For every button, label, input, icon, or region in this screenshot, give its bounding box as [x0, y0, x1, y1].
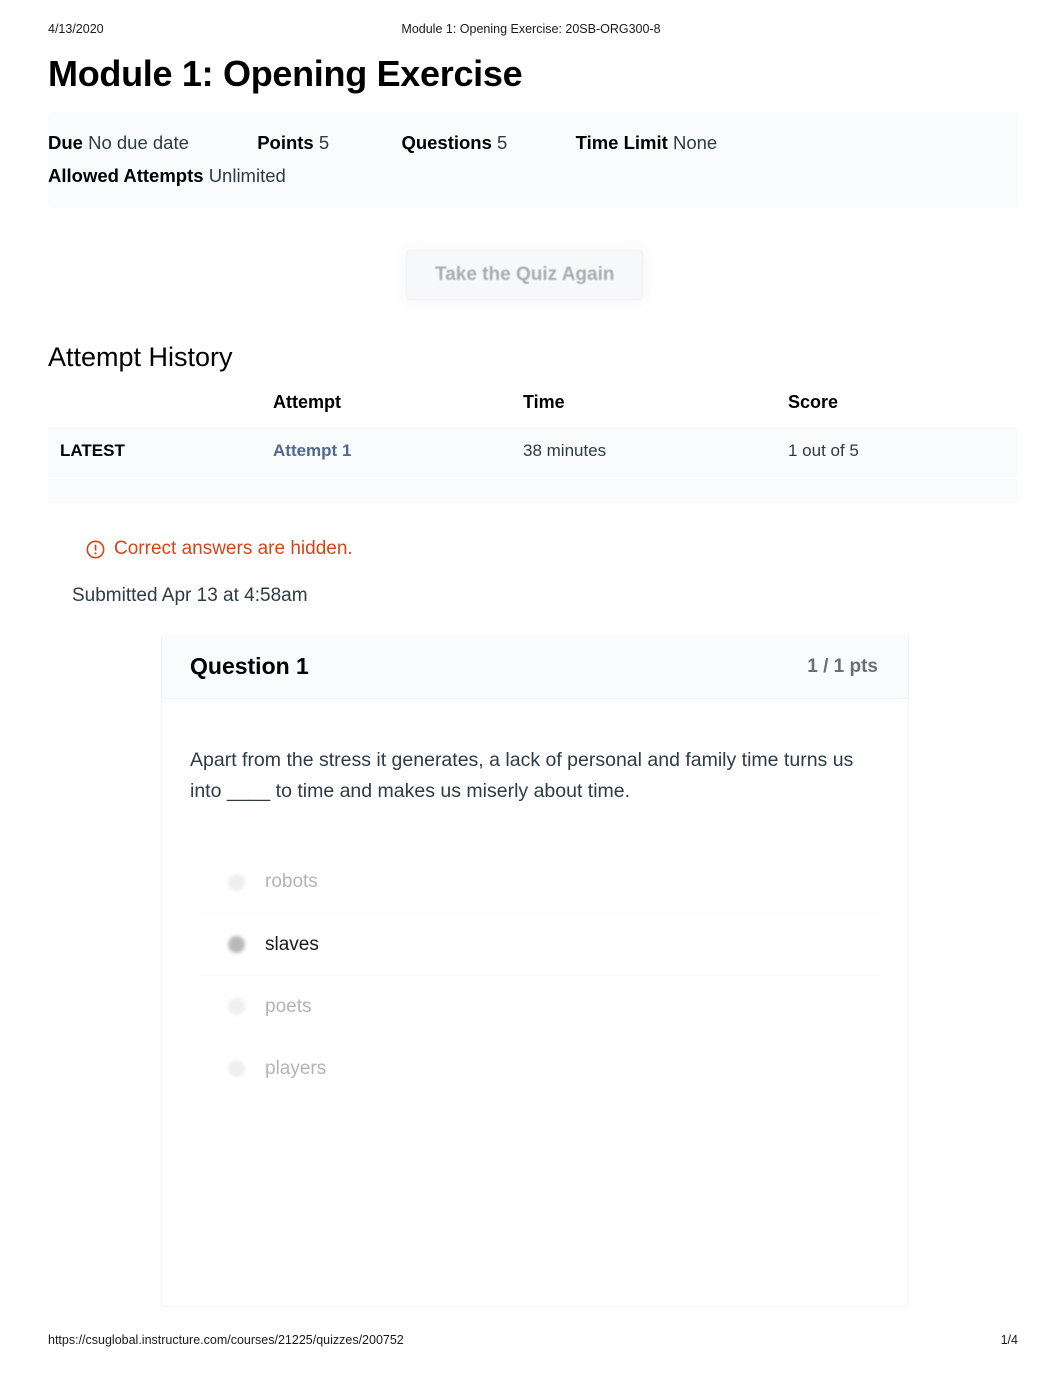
- time-limit-label: Time Limit: [575, 132, 668, 153]
- cell-time: 38 minutes: [523, 441, 607, 460]
- radio-button-icon[interactable]: [228, 873, 245, 891]
- print-page-title: Module 1: Opening Exercise: 20SB-ORG300-…: [401, 22, 661, 36]
- page-title: Module 1: Opening Exercise: [48, 53, 523, 94]
- column-header-blank: [48, 392, 273, 427]
- table-row: LATEST Attempt 1 38 minutes 1 out of 5: [48, 427, 1018, 477]
- radio-button-selected-icon[interactable]: [228, 936, 245, 953]
- attempt-history-table: Attempt Time Score LATEST Attempt 1 38 m…: [48, 392, 1018, 477]
- radio-button-icon[interactable]: [228, 1060, 245, 1077]
- answer-option-slaves[interactable]: slaves: [200, 913, 880, 975]
- main-content: Module 1: Opening Exercise Due No due da…: [48, 52, 1018, 1307]
- allowed-attempts-value: Unlimited: [208, 165, 286, 186]
- quiz-meta: Due No due date Points 5 Questions 5 Tim…: [48, 126, 1018, 192]
- due-label: Due: [48, 132, 83, 153]
- cell-latest-badge: LATEST: [60, 441, 125, 460]
- column-header-time: Time: [523, 392, 565, 412]
- answer-label: players: [265, 1057, 327, 1079]
- quiz-meta-row-1: Due No due date Points 5 Questions 5 Tim…: [48, 126, 1018, 159]
- questions-label: Questions: [401, 132, 492, 153]
- attempt-1-link[interactable]: Attempt 1: [273, 441, 351, 460]
- allowed-attempts-label: Allowed Attempts: [48, 165, 204, 186]
- question-title: Question 1: [190, 653, 309, 679]
- answer-option-poets[interactable]: poets: [200, 975, 880, 1037]
- quiz-meta-row-2: Allowed Attempts Unlimited: [48, 159, 1018, 192]
- submitted-timestamp: Submitted Apr 13 at 4:58am: [72, 585, 308, 606]
- questions-value: 5: [497, 132, 508, 153]
- footer-page-number: 1/4: [1000, 1333, 1018, 1347]
- answer-label: slaves: [265, 933, 319, 955]
- attempt-history-bottom-band: [48, 479, 1018, 503]
- answer-label: robots: [265, 871, 318, 892]
- attempt-history-heading: Attempt History: [48, 342, 233, 372]
- question-points: 1 / 1 pts: [807, 655, 878, 677]
- take-quiz-again-wrap: Take the Quiz Again: [48, 250, 1018, 322]
- cell-score: 1 out of 5: [788, 441, 859, 460]
- radio-button-icon[interactable]: [228, 998, 245, 1015]
- question-header: Question 1 1 / 1 pts: [162, 635, 908, 699]
- print-footer: https://csuglobal.instructure.com/course…: [0, 1333, 1062, 1353]
- answer-option-players[interactable]: players: [200, 1037, 880, 1099]
- column-header-score: Score: [788, 392, 839, 412]
- question-body: Apart from the stress it generates, a la…: [162, 699, 908, 1099]
- answer-label: poets: [265, 995, 312, 1017]
- time-limit-value: None: [672, 132, 718, 153]
- print-header: 4/13/2020 Module 1: Opening Exercise: 20…: [0, 22, 1062, 42]
- cell-attempt: Attempt 1: [273, 427, 523, 477]
- notice-text: Correct answers are hidden.: [114, 538, 353, 559]
- take-quiz-again-button[interactable]: Take the Quiz Again: [406, 250, 644, 300]
- points-label: Points: [257, 132, 314, 153]
- column-header-attempt: Attempt: [273, 392, 341, 412]
- question-text: Apart from the stress it generates, a la…: [190, 749, 854, 802]
- table-header-row: Attempt Time Score: [48, 392, 1018, 427]
- answer-option-robots[interactable]: robots: [200, 851, 880, 913]
- correct-answers-hidden-notice: Correct answers are hidden.: [86, 537, 1018, 561]
- question-card: Question 1 1 / 1 pts Apart from the stre…: [161, 635, 909, 1307]
- footer-url: https://csuglobal.instructure.com/course…: [48, 1333, 404, 1347]
- points-value: 5: [318, 132, 330, 153]
- due-value: No due date: [88, 132, 189, 153]
- answer-options: robots slaves poets players: [190, 851, 880, 1099]
- warning-circle-icon: [86, 540, 105, 558]
